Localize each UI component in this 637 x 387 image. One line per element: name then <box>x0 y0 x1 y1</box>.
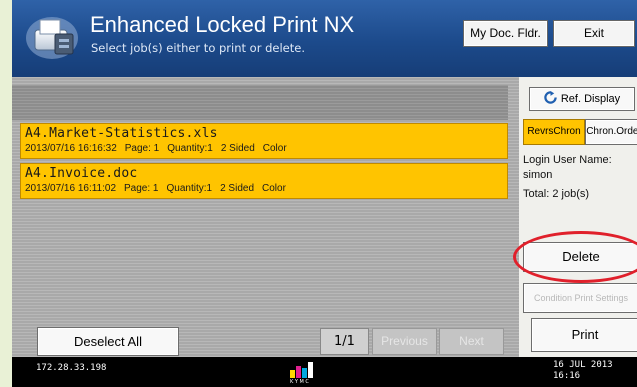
status-date: 16 JUL 2013 <box>553 360 613 370</box>
job-info: Login User Name: simon Total: 2 job(s) <box>523 153 637 202</box>
page-title: Enhanced Locked Print NX <box>90 12 355 37</box>
job-datetime: 2013/07/16 16:11:02 <box>25 183 117 194</box>
condition-print-settings-button[interactable]: Condition Print Settings <box>523 283 637 313</box>
status-time: 16:16 <box>553 371 581 381</box>
deselect-all-button[interactable]: Deselect All <box>37 327 179 356</box>
total-jobs: Total: 2 job(s) <box>523 188 590 200</box>
date-time: 16 JUL 2013 16:16 <box>553 360 613 382</box>
job-color: Color <box>262 143 287 154</box>
job-row[interactable]: A4.Invoice.doc 2013/07/16 16:11:02 Page: … <box>20 163 508 199</box>
job-row[interactable]: A4.Market-Statistics.xls 2013/07/16 16:1… <box>20 123 508 159</box>
side-panel: Ref. Display RevrsChron Chron.Order Logi… <box>519 77 637 357</box>
page-indicator: 1/1 <box>320 328 369 355</box>
print-highlight-circle <box>513 231 637 283</box>
refresh-display-button[interactable]: Ref. Display <box>529 87 635 111</box>
page-subtitle: Select job(s) either to print or delete. <box>91 41 305 55</box>
previous-page-button[interactable]: Previous <box>372 328 437 355</box>
svg-text:K Y M C: K Y M C <box>290 379 309 384</box>
job-sides: 2 Sided <box>220 143 255 154</box>
next-page-button[interactable]: Next <box>439 328 504 355</box>
job-quantity: Quantity:1 <box>166 183 213 194</box>
job-name: A4.Market-Statistics.xls <box>25 126 218 141</box>
job-pages: Page: 1 <box>124 143 160 154</box>
job-quantity: Quantity:1 <box>167 143 213 154</box>
sort-chron-order-button[interactable]: Chron.Order <box>585 119 637 145</box>
list-header-band <box>12 85 508 120</box>
job-datetime: 2013/07/16 16:16:32 <box>25 143 117 154</box>
job-details: 2013/07/16 16:16:32 Page: 1 Quantity:1 2 Si… <box>25 143 295 154</box>
login-user-name: simon <box>523 169 553 181</box>
printer-app-icon <box>26 17 78 59</box>
job-color: Color <box>262 183 286 194</box>
app-window: Enhanced Locked Print NX Select job(s) e… <box>12 0 637 387</box>
print-button[interactable]: Print <box>531 318 637 352</box>
status-bar: 172.28.33.198 K Y M C 16 JUL 2013 16:16 <box>12 357 637 387</box>
job-pages: Page: 1 <box>124 183 159 194</box>
header: Enhanced Locked Print NX Select job(s) e… <box>12 0 637 77</box>
toner-level-icon: K Y M C <box>290 362 313 384</box>
job-details: 2013/07/16 16:11:02 Page: 1 Quantity:1 2 Si… <box>25 183 294 194</box>
job-name: A4.Invoice.doc <box>25 166 138 181</box>
exit-button[interactable]: Exit <box>553 20 635 47</box>
refresh-label: Ref. Display <box>560 93 621 105</box>
refresh-icon <box>544 91 557 104</box>
job-list-area: A4.Market-Statistics.xls 2013/07/16 16:1… <box>12 77 637 357</box>
job-sides: 2 Sided <box>220 183 255 194</box>
sort-reverse-chron-button[interactable]: RevrsChron <box>523 119 585 145</box>
login-user-label: Login User Name: <box>523 154 612 166</box>
ip-address: 172.28.33.198 <box>36 363 107 373</box>
my-doc-folder-button[interactable]: My Doc. Fldr. <box>463 20 548 47</box>
